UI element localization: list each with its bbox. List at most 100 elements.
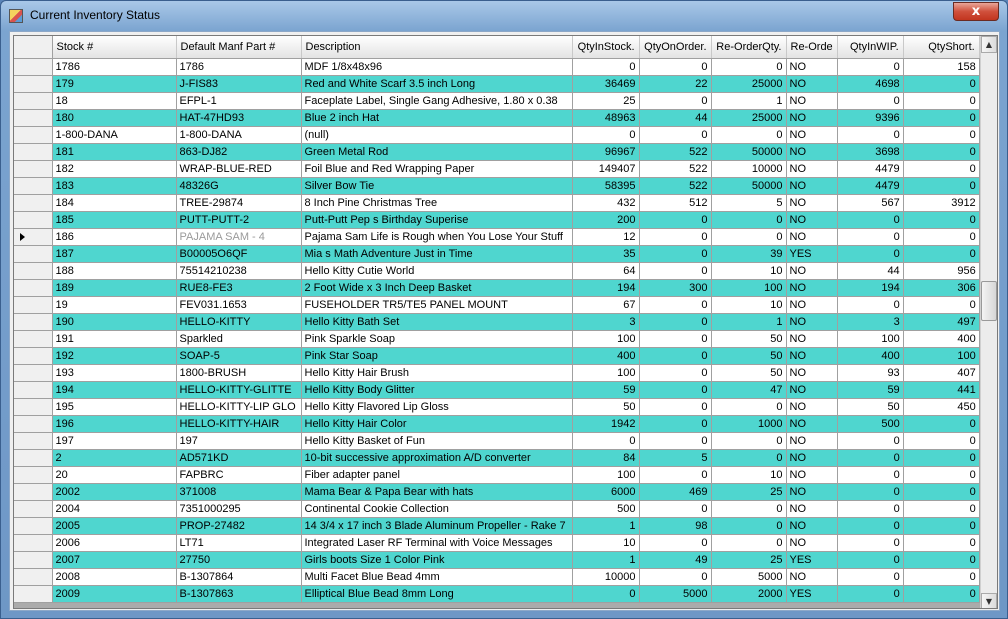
- stock-cell[interactable]: 2005: [52, 517, 177, 535]
- qty-in-stock-cell[interactable]: 10000: [572, 568, 640, 586]
- reorder-qty-cell[interactable]: 25: [711, 551, 787, 569]
- table-row[interactable]: 18 EFPL-1 Faceplate Label, Single Gang Adh…: [14, 92, 980, 110]
- manf-part-cell[interactable]: 863-DJ82: [176, 143, 302, 161]
- description-cell[interactable]: Hello Kitty Bath Set: [301, 313, 573, 331]
- qty-in-stock-cell[interactable]: 64: [572, 262, 640, 280]
- reorder-cell[interactable]: YES: [786, 551, 838, 569]
- manf-part-cell[interactable]: 1786: [176, 58, 302, 76]
- reorder-qty-cell[interactable]: 50: [711, 330, 787, 348]
- qty-in-wip-cell[interactable]: 3: [837, 313, 904, 331]
- reorder-cell[interactable]: NO: [786, 194, 838, 212]
- qty-short-cell[interactable]: 441: [903, 381, 980, 399]
- qty-in-stock-cell[interactable]: 25: [572, 92, 640, 110]
- row-header-cell[interactable]: [14, 500, 53, 518]
- qty-on-order-cell[interactable]: 469: [639, 483, 712, 501]
- qty-in-wip-cell[interactable]: 0: [837, 228, 904, 246]
- table-row[interactable]: 194 HELLO-KITTY-GLITTE Hello Kitty Body Gl…: [14, 381, 980, 399]
- reorder-cell[interactable]: NO: [786, 262, 838, 280]
- reorder-qty-cell[interactable]: 5000: [711, 568, 787, 586]
- manf-part-cell[interactable]: B-1307864: [176, 568, 302, 586]
- description-cell[interactable]: Multi Facet Blue Bead 4mm: [301, 568, 573, 586]
- qty-in-wip-cell[interactable]: 50: [837, 398, 904, 416]
- stock-cell[interactable]: 1786: [52, 58, 177, 76]
- qty-in-stock-cell[interactable]: 0: [572, 585, 640, 603]
- description-cell[interactable]: FUSEHOLDER TR5/TE5 PANEL MOUNT: [301, 296, 573, 314]
- reorder-cell[interactable]: NO: [786, 534, 838, 552]
- stock-cell[interactable]: 192: [52, 347, 177, 365]
- stock-cell[interactable]: 181: [52, 143, 177, 161]
- qty-in-stock-cell[interactable]: 59: [572, 381, 640, 399]
- qty-on-order-cell[interactable]: 522: [639, 160, 712, 178]
- qty-in-wip-cell[interactable]: 0: [837, 58, 904, 76]
- table-row[interactable]: 196 HELLO-KITTY-HAIR Hello Kitty Hair Colo…: [14, 415, 980, 433]
- reorder-qty-cell[interactable]: 0: [711, 211, 787, 229]
- qty-in-wip-cell[interactable]: 44: [837, 262, 904, 280]
- qty-on-order-cell[interactable]: 512: [639, 194, 712, 212]
- description-cell[interactable]: Mia s Math Adventure Just in Time: [301, 245, 573, 263]
- stock-cell[interactable]: 184: [52, 194, 177, 212]
- reorder-qty-cell[interactable]: 39: [711, 245, 787, 263]
- reorder-qty-cell[interactable]: 0: [711, 432, 787, 450]
- manf-part-cell[interactable]: WRAP-BLUE-RED: [176, 160, 302, 178]
- qty-in-wip-cell[interactable]: 0: [837, 245, 904, 263]
- qty-on-order-cell[interactable]: 0: [639, 364, 712, 382]
- qty-short-cell[interactable]: 0: [903, 500, 980, 518]
- reorder-qty-cell[interactable]: 50000: [711, 143, 787, 161]
- qty-in-wip-cell[interactable]: 0: [837, 517, 904, 535]
- reorder-qty-cell[interactable]: 50: [711, 364, 787, 382]
- description-cell[interactable]: Hello Kitty Flavored Lip Gloss: [301, 398, 573, 416]
- qty-short-cell[interactable]: 0: [903, 517, 980, 535]
- qty-in-stock-cell[interactable]: 36469: [572, 75, 640, 93]
- table-row[interactable]: 183 48326G Silver Bow Tie 58395 522 50000 NO 44…: [14, 177, 980, 195]
- row-header-cell[interactable]: [14, 415, 53, 433]
- close-button[interactable]: x: [953, 2, 999, 21]
- reorder-qty-cell[interactable]: 0: [711, 228, 787, 246]
- table-row[interactable]: 19 FEV031.1653 FUSEHOLDER TR5/TE5 PANEL MO…: [14, 296, 980, 314]
- table-row[interactable]: 181 863-DJ82 Green Metal Rod 96967 522 50000 N…: [14, 143, 980, 161]
- qty-in-wip-cell[interactable]: 0: [837, 568, 904, 586]
- row-header-cell[interactable]: [14, 109, 53, 127]
- description-cell[interactable]: (null): [301, 126, 573, 144]
- stock-cell[interactable]: 189: [52, 279, 177, 297]
- manf-part-cell[interactable]: HELLO-KITTY-GLITTE: [176, 381, 302, 399]
- reorder-cell[interactable]: NO: [786, 211, 838, 229]
- qty-in-wip-cell[interactable]: 567: [837, 194, 904, 212]
- reorder-qty-cell[interactable]: 10: [711, 296, 787, 314]
- stock-cell[interactable]: 191: [52, 330, 177, 348]
- reorder-qty-cell[interactable]: 0: [711, 58, 787, 76]
- stock-cell[interactable]: 190: [52, 313, 177, 331]
- row-header-cell[interactable]: [14, 92, 53, 110]
- table-row[interactable]: 191 Sparkled Pink Sparkle Soap 100 0 50 NO 100 4…: [14, 330, 980, 348]
- qty-short-cell[interactable]: 400: [903, 330, 980, 348]
- qty-in-wip-cell[interactable]: 0: [837, 449, 904, 467]
- row-header-cell[interactable]: [14, 58, 53, 76]
- table-row[interactable]: 179 J-FIS83 Red and White Scarf 3.5 inch L…: [14, 75, 980, 93]
- qty-short-cell[interactable]: 0: [903, 551, 980, 569]
- row-header-cell[interactable]: [14, 313, 53, 331]
- scroll-thumb[interactable]: [981, 281, 997, 321]
- row-header-cell[interactable]: [14, 483, 53, 501]
- table-row[interactable]: 188 75514210238 Hello Kitty Cutie World 64 0…: [14, 262, 980, 280]
- qty-short-cell[interactable]: 0: [903, 466, 980, 484]
- description-cell[interactable]: Elliptical Blue Bead 8mm Long: [301, 585, 573, 603]
- corner-header-cell[interactable]: [14, 36, 53, 59]
- qty-in-stock-cell[interactable]: 84: [572, 449, 640, 467]
- qty-in-wip-cell[interactable]: 0: [837, 585, 904, 603]
- reorder-cell[interactable]: NO: [786, 330, 838, 348]
- manf-part-cell[interactable]: SOAP-5: [176, 347, 302, 365]
- row-header-cell[interactable]: [14, 466, 53, 484]
- manf-part-cell[interactable]: TREE-29874: [176, 194, 302, 212]
- reorder-cell[interactable]: NO: [786, 347, 838, 365]
- qty-in-wip-cell[interactable]: 0: [837, 500, 904, 518]
- reorder-qty-cell[interactable]: 0: [711, 517, 787, 535]
- reorder-qty-cell[interactable]: 47: [711, 381, 787, 399]
- qty-in-wip-cell[interactable]: 500: [837, 415, 904, 433]
- manf-part-cell[interactable]: B00005O6QF: [176, 245, 302, 263]
- stock-cell[interactable]: 196: [52, 415, 177, 433]
- reorder-qty-cell[interactable]: 2000: [711, 585, 787, 603]
- qty-in-stock-cell[interactable]: 0: [572, 126, 640, 144]
- stock-cell[interactable]: 195: [52, 398, 177, 416]
- description-cell[interactable]: 10-bit successive approximation A/D conv…: [301, 449, 573, 467]
- row-header-cell[interactable]: [14, 279, 53, 297]
- qty-short-cell[interactable]: 0: [903, 109, 980, 127]
